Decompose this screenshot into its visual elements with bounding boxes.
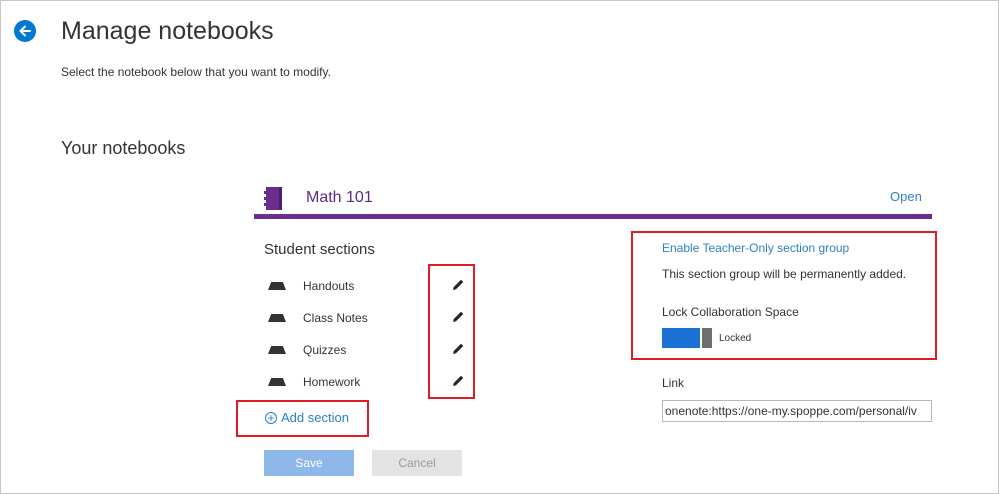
your-notebooks-heading: Your notebooks (61, 138, 186, 158)
section-label-homework: Homework (303, 375, 361, 389)
open-notebook-link[interactable]: Open (890, 189, 922, 204)
section-label-handouts: Handouts (303, 279, 355, 293)
cancel-button[interactable]: Cancel (372, 450, 462, 476)
highlight-box-add-section (236, 400, 369, 437)
notebook-name: Math 101 (306, 189, 373, 206)
notebook-icon (264, 187, 282, 210)
highlight-box-edit-icons (428, 264, 475, 399)
back-button[interactable] (14, 20, 36, 42)
student-sections-heading: Student sections (264, 241, 375, 258)
save-button[interactable]: Save (264, 450, 354, 476)
page-subtitle: Select the notebook below that you want … (61, 65, 331, 79)
section-label-quizzes: Quizzes (303, 343, 347, 357)
back-arrow-icon (19, 25, 31, 37)
link-label: Link (662, 376, 685, 390)
highlight-box-settings (631, 231, 937, 360)
link-field[interactable] (662, 400, 932, 422)
section-label-class-notes: Class Notes (303, 311, 368, 325)
page-title: Manage notebooks (61, 17, 274, 45)
notebook-accent-bar (254, 214, 932, 219)
